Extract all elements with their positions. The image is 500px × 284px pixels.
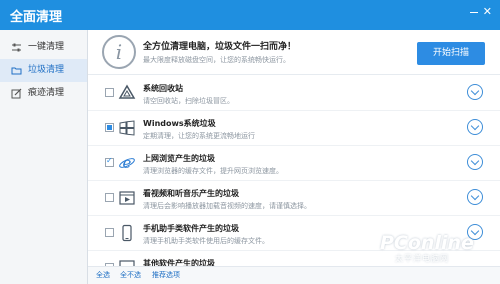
sidebar-item-trace-clean[interactable]: 痕迹清理 [0,82,87,105]
row-checkbox[interactable] [105,193,114,202]
row-title: 手机助手类软件产生的垃圾 [143,224,239,233]
ie-icon: e [119,154,135,172]
row-title: 看视频和听音乐产生的垃圾 [143,189,239,198]
list-item[interactable]: 看视频和听音乐产生的垃圾 清理后会影响播放器加载音视频的速度，请谨慎选择。 [88,181,500,216]
row-checkbox[interactable] [105,88,114,97]
row-description: 清理后会影响播放器加载音视频的速度，请谨慎选择。 [143,202,311,210]
row-description: 清理手机助手类软件使用后的缓存文件。 [143,237,269,245]
page-title: 全方位清理电脑，垃圾文件一扫而净！ [143,42,297,52]
svg-text:e: e [123,154,132,172]
row-title: 系统回收站 [143,84,183,93]
list-item[interactable]: e 上网浏览产生的垃圾 清理浏览器的缓存文件，提升网页浏览速度。 [88,146,500,181]
footer-bar: 全选 全不选 推荐选项 [88,266,500,284]
sidebar-item-junk-clean[interactable]: 垃圾清理 [0,59,87,82]
close-button[interactable]: ✕ [483,5,492,19]
list-item[interactable]: 系统回收站 请空回收站，扫除垃圾冒区。 [88,76,500,111]
row-title: 上网浏览产生的垃圾 [143,154,215,163]
recommended-link[interactable]: 推荐选项 [152,270,180,280]
sidebar: 一键清理 垃圾清理 痕迹清理 [0,30,88,284]
sidebar-item-label: 一键清理 [28,42,65,52]
row-title: Windows系统垃圾 [143,119,216,128]
select-all-link[interactable]: 全选 [96,270,110,280]
windows-icon [119,120,135,136]
header: i 全方位清理电脑，垃圾文件一扫而净！ 最大限度释放磁盘空间，让您的系统畅快运行… [88,30,500,75]
edit-icon [11,88,22,99]
sliders-icon [12,43,21,52]
info-icon: i [102,35,136,69]
sidebar-item-label: 垃圾清理 [28,65,65,75]
row-description: 请空回收站，扫除垃圾冒区。 [143,97,234,105]
row-checkbox[interactable] [105,156,114,167]
minimize-button[interactable] [470,12,478,13]
row-description: 清理浏览器的缓存文件，提升网页浏览速度。 [143,167,283,175]
chevron-down-icon[interactable] [467,154,483,170]
chevron-down-icon[interactable] [467,84,483,100]
page-subtitle: 最大限度释放磁盘空间，让您的系统畅快运行。 [143,56,290,64]
list-item[interactable]: Windows系统垃圾 定期清理，让您的系统更流畅地运行 [88,111,500,146]
title-bar: 全面清理 ✕ [0,0,500,30]
row-description: 定期清理，让您的系统更流畅地运行 [143,132,255,140]
watermark-sub: 太平洋电脑网 [395,254,449,263]
film-icon [119,191,135,205]
start-scan-button[interactable]: 开始扫描 [417,42,485,65]
window-title: 全面清理 [10,10,63,25]
chevron-down-icon[interactable] [467,189,483,205]
watermark-logo: PConline [380,232,474,254]
chevron-down-icon[interactable] [467,119,483,135]
folder-icon [11,67,22,75]
sidebar-item-label: 痕迹清理 [28,88,65,98]
recycle-icon [118,84,136,99]
row-checkbox[interactable] [105,123,114,132]
sidebar-item-one-click-clean[interactable]: 一键清理 [0,36,87,59]
row-checkbox[interactable] [105,228,114,237]
phone-icon [122,224,132,242]
select-none-link[interactable]: 全不选 [120,270,141,280]
